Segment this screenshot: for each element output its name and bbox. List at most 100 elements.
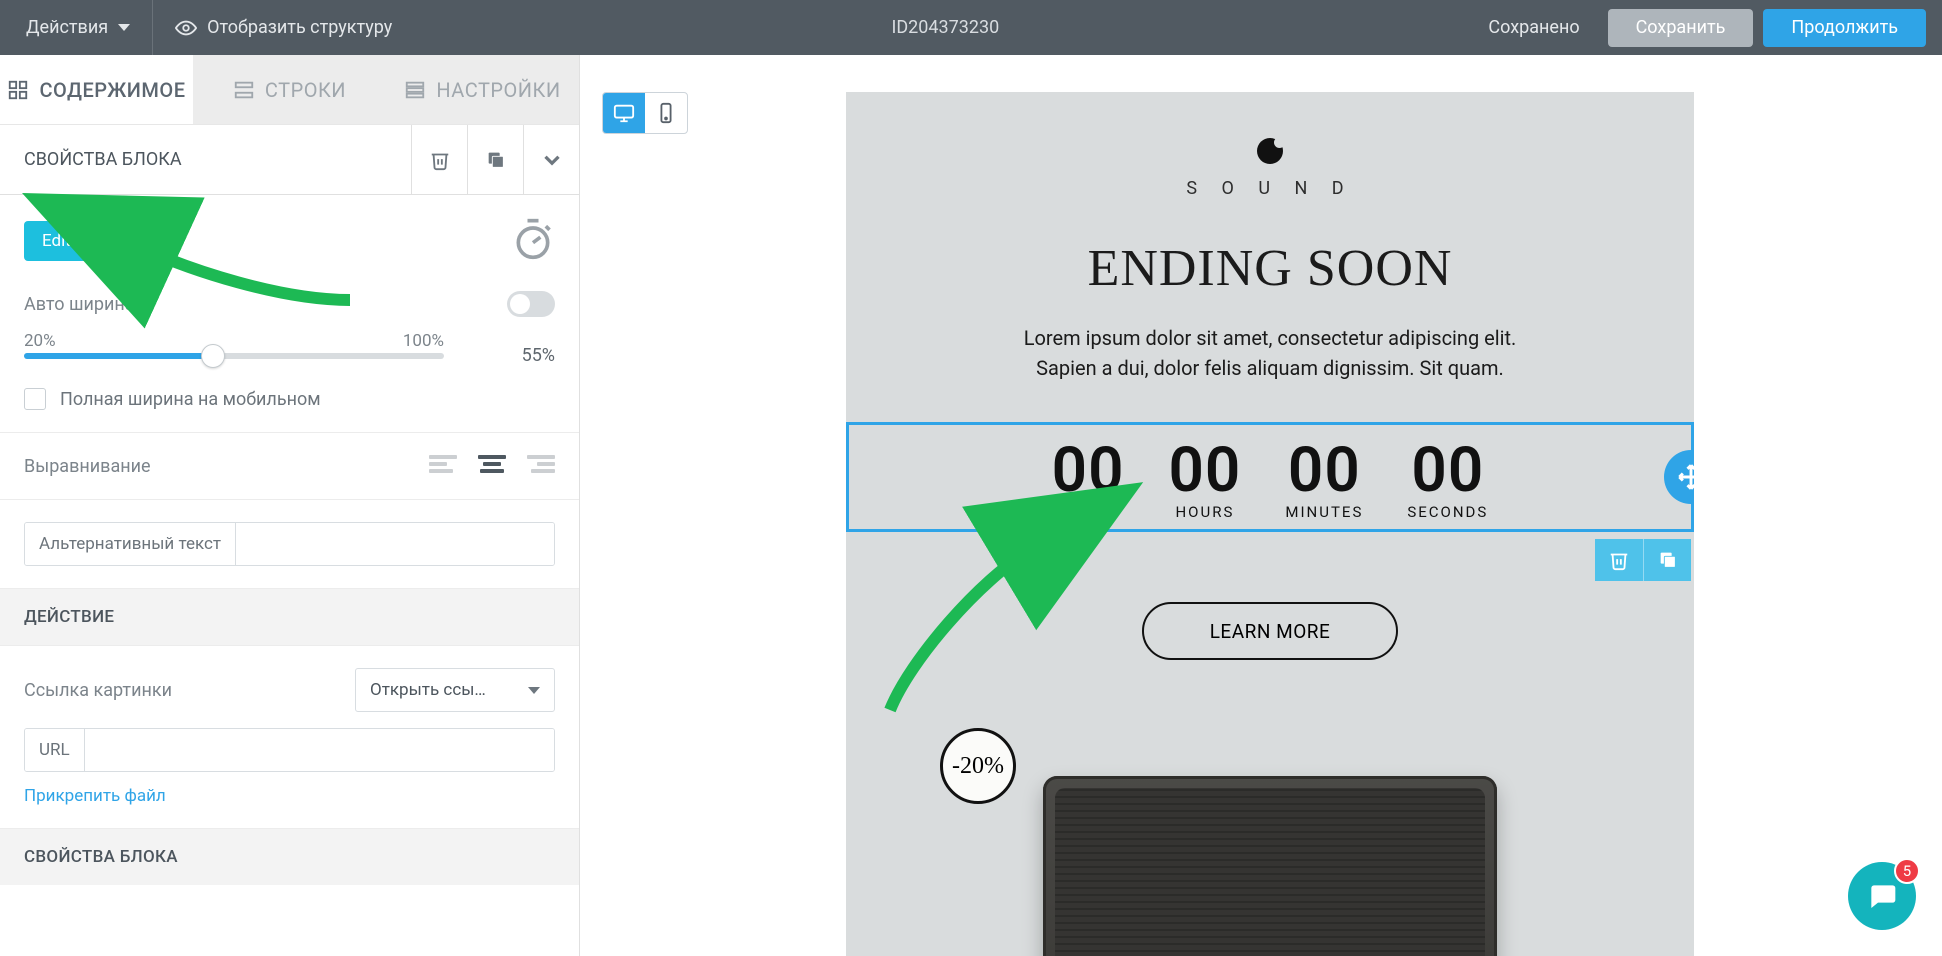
move-block-handle[interactable]	[1664, 450, 1694, 504]
subcopy-line-1: Lorem ipsum dolor sit amet, consectetur …	[1024, 326, 1517, 350]
chevron-down-icon	[118, 24, 130, 31]
duplicate-block-button[interactable]	[467, 125, 523, 195]
open-link-select[interactable]: Открыть ссы…	[355, 668, 555, 712]
panel-tabs: СОДЕРЖИМОЕ СТРОКИ НАСТРОЙКИ	[0, 55, 579, 125]
show-structure-label: Отобразить структуру	[207, 17, 392, 38]
stopwatch-icon	[511, 217, 555, 265]
show-structure-toggle[interactable]: Отобразить структуру	[165, 17, 402, 39]
discount-badge: -20%	[940, 728, 1016, 804]
block-delete-button[interactable]	[1595, 539, 1643, 581]
open-link-value: Открыть ссы…	[370, 680, 486, 700]
timer-hours-value: 00	[1169, 434, 1242, 507]
subcopy-text: Lorem ipsum dolor sit amet, consectetur …	[846, 324, 1694, 384]
document-id: ID204373230	[891, 17, 999, 38]
brand-logo: S O U N D	[846, 138, 1694, 199]
image-link-section: Ссылка картинки Открыть ссы… URL Прикреп…	[0, 646, 579, 829]
alt-text-label: Альтернативный текст	[25, 523, 236, 565]
device-preview-toggle	[602, 92, 688, 134]
url-input[interactable]	[85, 729, 554, 771]
chevron-down-icon	[539, 147, 565, 173]
timer-days: 00 DAYS	[1052, 434, 1125, 521]
actions-label: Действия	[26, 17, 108, 38]
timer-minutes-label: MINUTES	[1285, 503, 1363, 521]
edit-timer-button[interactable]: Edit timer	[24, 221, 132, 261]
timer-seconds-label: SECONDS	[1407, 503, 1488, 521]
alt-text-section: Альтернативный текст	[0, 500, 579, 589]
block-properties-title: СВОЙСТВА БЛОКА	[0, 149, 411, 170]
attach-file-link[interactable]: Прикрепить файл	[24, 786, 166, 806]
align-center-button[interactable]	[477, 455, 507, 477]
logo-mark-icon	[1257, 138, 1283, 164]
eye-icon	[175, 17, 197, 39]
timer-seconds: 00 SECONDS	[1407, 434, 1488, 521]
collapse-block-button[interactable]	[523, 125, 579, 195]
timer-seconds-value: 00	[1407, 434, 1488, 507]
action-section-title: ДЕЙСТВИЕ	[24, 607, 555, 627]
action-section-header: ДЕЙСТВИЕ	[0, 589, 579, 646]
saved-status: Сохранено	[1488, 17, 1579, 38]
alt-text-field: Альтернативный текст	[24, 522, 555, 566]
desktop-preview-button[interactable]	[603, 93, 645, 133]
save-button[interactable]: Сохранить	[1608, 9, 1754, 47]
rows-icon	[233, 79, 255, 101]
copy-icon	[485, 149, 507, 171]
tab-settings-label: НАСТРОЙКИ	[436, 78, 560, 102]
alignment-section: Выравнивание	[0, 433, 579, 500]
email-canvas[interactable]: S O U N D ENDING SOON Lorem ipsum dolor …	[846, 92, 1694, 956]
align-left-button[interactable]	[429, 455, 459, 477]
auto-width-label: Авто ширина	[24, 294, 135, 315]
trash-icon	[1608, 549, 1630, 571]
slider-min-label: 20%	[24, 331, 56, 351]
settings-icon	[404, 79, 426, 101]
chat-badge: 5	[1894, 858, 1920, 884]
alt-text-input[interactable]	[236, 523, 554, 565]
support-chat-button[interactable]: 5	[1848, 862, 1916, 930]
width-slider[interactable]: 20% 100%	[24, 353, 444, 359]
timer-minutes: 00 MINUTES	[1285, 434, 1363, 521]
tab-content[interactable]: СОДЕРЖИМОЕ	[0, 55, 193, 124]
move-icon	[1677, 463, 1694, 491]
grid-icon	[7, 79, 29, 101]
timer-minutes-value: 00	[1285, 434, 1363, 507]
slider-max-label: 100%	[403, 331, 444, 351]
mobile-icon	[655, 102, 677, 124]
auto-width-toggle[interactable]	[507, 291, 555, 317]
timer-hours-label: HOURS	[1169, 503, 1242, 521]
timer-hours: 00 HOURS	[1169, 434, 1242, 521]
top-bar: Действия Отобразить структуру ID20437323…	[0, 0, 1942, 55]
speaker-graphic: SONOS	[1043, 776, 1497, 956]
chevron-down-icon	[528, 687, 540, 694]
countdown-timer-block[interactable]: 00 DAYS 00 HOURS 00 MINUTES 00 SECONDS	[846, 422, 1694, 532]
block-duplicate-button[interactable]	[1643, 539, 1691, 581]
product-image: SONOS -20%	[950, 746, 1590, 956]
copy-icon	[1657, 549, 1679, 571]
url-field: URL	[24, 728, 555, 772]
subcopy-line-2: Sapien a dui, dolor felis aliquam dignis…	[1036, 356, 1504, 380]
timer-settings-section: Edit timer Авто ширина 20% 100% 55% Полн…	[0, 195, 579, 433]
trash-icon	[429, 149, 451, 171]
full-width-mobile-checkbox[interactable]	[24, 388, 46, 410]
mobile-preview-button[interactable]	[645, 93, 687, 133]
tab-settings[interactable]: НАСТРОЙКИ	[386, 55, 579, 124]
block-inline-actions	[1595, 539, 1691, 581]
actions-menu[interactable]: Действия	[16, 17, 140, 38]
block-properties-footer-title: СВОЙСТВА БЛОКА	[24, 847, 555, 867]
image-link-label: Ссылка картинки	[24, 680, 172, 701]
learn-more-button[interactable]: LEARN MORE	[1142, 602, 1398, 660]
tab-rows-label: СТРОКИ	[265, 78, 346, 102]
url-label: URL	[25, 729, 85, 771]
full-width-mobile-label: Полная ширина на мобильном	[60, 389, 321, 410]
headline-text: ENDING SOON	[846, 239, 1694, 298]
left-panel: СОДЕРЖИМОЕ СТРОКИ НАСТРОЙКИ СВОЙСТВА БЛО…	[0, 55, 580, 956]
tab-rows[interactable]: СТРОКИ	[193, 55, 386, 124]
timer-days-value: 00	[1052, 434, 1125, 507]
alignment-label: Выравнивание	[24, 456, 151, 477]
delete-block-button[interactable]	[411, 125, 467, 195]
desktop-icon	[613, 102, 635, 124]
brand-name: S O U N D	[846, 178, 1694, 199]
continue-button[interactable]: Продолжить	[1763, 9, 1926, 47]
chat-icon	[1866, 880, 1898, 912]
slider-value: 55%	[522, 345, 555, 366]
align-right-button[interactable]	[525, 455, 555, 477]
block-properties-footer: СВОЙСТВА БЛОКА	[0, 829, 579, 885]
